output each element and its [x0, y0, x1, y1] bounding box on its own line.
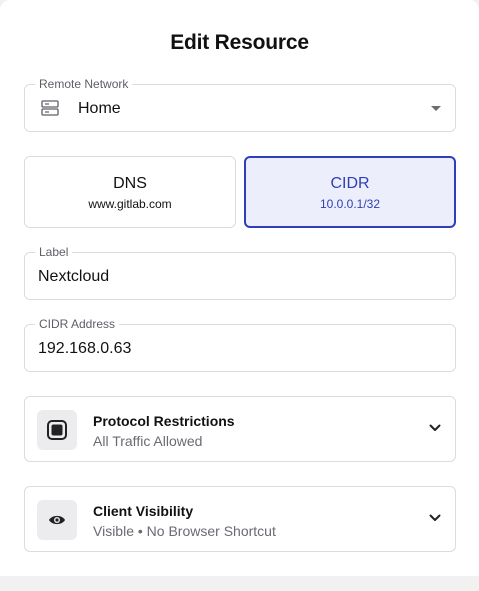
protocol-restrictions-accordion[interactable]: Protocol Restrictions All Traffic Allowe… — [24, 396, 456, 462]
cidr-address-value: 192.168.0.63 — [38, 340, 132, 357]
protocol-restrictions-subtitle: All Traffic Allowed — [93, 433, 203, 449]
chevron-down-icon — [429, 424, 441, 431]
protocol-square-icon — [37, 410, 77, 450]
label-field-value: Nextcloud — [38, 268, 110, 285]
server-icon — [41, 100, 59, 116]
remote-network-label: Remote Network — [35, 77, 133, 91]
chevron-down-icon — [429, 514, 441, 521]
cidr-option-title: CIDR — [330, 175, 370, 192]
label-field-label: Label — [35, 245, 73, 259]
dns-option[interactable]: DNS www.gitlab.com — [24, 156, 236, 228]
client-visibility-accordion[interactable]: Client Visibility Visible • No Browser S… — [24, 486, 456, 552]
cidr-address-field[interactable]: CIDR Address 192.168.0.63 — [24, 317, 456, 372]
cidr-address-label: CIDR Address — [35, 317, 120, 331]
client-visibility-subtitle: Visible • No Browser Shortcut — [93, 523, 276, 539]
cidr-option[interactable]: CIDR 10.0.0.1/32 — [244, 156, 456, 228]
client-visibility-title: Client Visibility — [93, 503, 194, 519]
eye-icon — [37, 500, 77, 540]
cidr-option-example: 10.0.0.1/32 — [319, 197, 381, 211]
dialog-title: Edit Resource — [170, 31, 309, 54]
remote-network-select[interactable]: Remote Network Home — [24, 77, 456, 132]
edit-resource-dialog: Edit Resource Remote Network Home DNS ww… — [0, 0, 479, 576]
chevron-down-icon — [431, 106, 441, 111]
remote-network-value: Home — [78, 100, 121, 117]
label-field[interactable]: Label Nextcloud — [24, 245, 456, 300]
protocol-restrictions-title: Protocol Restrictions — [93, 413, 235, 429]
dns-option-example: www.gitlab.com — [88, 197, 172, 211]
dns-option-title: DNS — [113, 175, 147, 192]
